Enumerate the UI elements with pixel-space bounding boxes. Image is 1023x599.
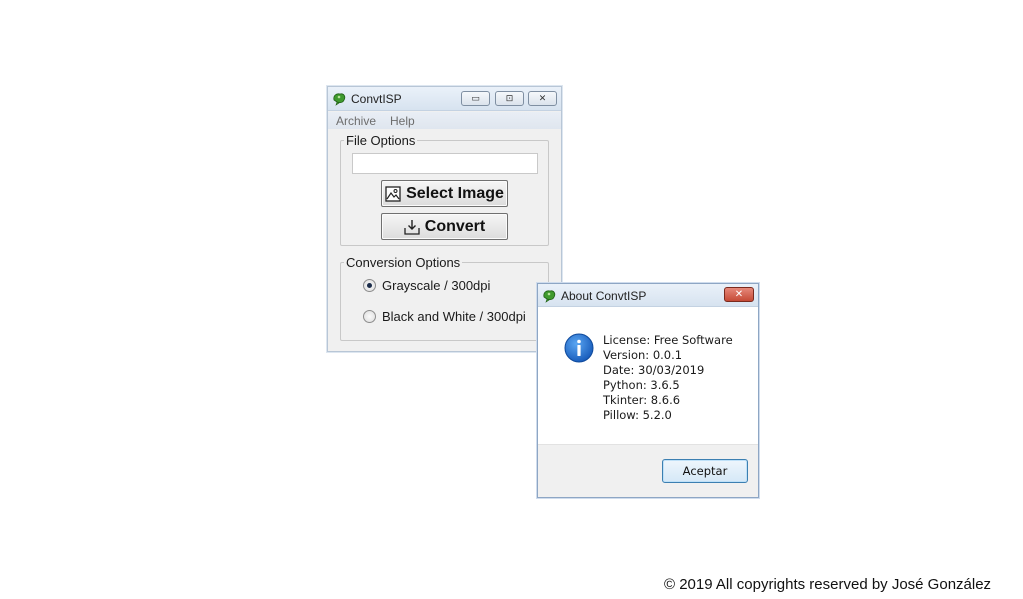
- date-line: Date: 30/03/2019: [603, 363, 705, 377]
- info-icon: [564, 333, 594, 363]
- download-icon: [404, 219, 420, 235]
- menu-bar: Archive Help: [328, 112, 561, 129]
- title-bar[interactable]: ConvtISP ▭ ⊡ ✕: [328, 87, 561, 111]
- menu-help[interactable]: Help: [390, 114, 415, 128]
- version-line: Version: 0.0.1: [603, 348, 683, 362]
- convert-button[interactable]: Convert: [381, 213, 508, 240]
- maximize-button[interactable]: ⊡: [495, 91, 524, 106]
- close-icon: ✕: [538, 93, 547, 103]
- close-button[interactable]: ✕: [528, 91, 557, 106]
- about-info-text: License: Free Software Version: 0.0.1 Da…: [603, 333, 733, 423]
- app-icon: [543, 290, 556, 303]
- convert-label: Convert: [424, 217, 486, 235]
- about-title: About ConvtISP: [561, 289, 647, 303]
- close-icon: ✕: [734, 289, 744, 300]
- pillow-line: Pillow: 5.2.0: [603, 408, 672, 422]
- tkinter-line: Tkinter: 8.6.6: [603, 393, 681, 407]
- maximize-icon: ⊡: [505, 93, 514, 103]
- radio-black-white[interactable]: Black and White / 300dpi: [363, 309, 526, 324]
- select-image-button[interactable]: Select Image: [381, 180, 508, 207]
- about-title-bar[interactable]: About ConvtISP ✕: [538, 284, 758, 307]
- radio-grayscale-label: Grayscale / 300dpi: [382, 278, 491, 293]
- copyright-text: © 2019 All copyrights reserved by José G…: [664, 576, 992, 593]
- file-path-input[interactable]: [352, 153, 538, 174]
- conversion-options-legend: Conversion Options: [346, 255, 461, 270]
- license-line: License: Free Software: [603, 333, 733, 347]
- main-window: ConvtISP ▭ ⊡ ✕ Archive Help File Options…: [327, 86, 562, 352]
- radio-button-selected[interactable]: [363, 279, 376, 292]
- minimize-icon: ▭: [471, 93, 480, 103]
- file-options-legend: File Options: [346, 133, 416, 148]
- accept-button[interactable]: Aceptar: [662, 459, 748, 483]
- about-dialog: About ConvtISP ✕ License: Free Software …: [537, 283, 759, 498]
- about-close-button[interactable]: ✕: [724, 287, 754, 302]
- radio-grayscale[interactable]: Grayscale / 300dpi: [363, 278, 490, 293]
- minimize-button[interactable]: ▭: [461, 91, 490, 106]
- menu-archive[interactable]: Archive: [336, 114, 376, 128]
- app-icon: [333, 93, 346, 106]
- image-icon: [385, 185, 401, 202]
- select-image-label: Select Image: [406, 184, 504, 202]
- python-line: Python: 3.6.5: [603, 378, 680, 392]
- radio-button-unselected[interactable]: [363, 310, 376, 323]
- about-footer: Aceptar: [538, 444, 758, 497]
- radio-black-white-label: Black and White / 300dpi: [382, 309, 526, 324]
- conversion-options-group: Conversion Options: [340, 255, 549, 341]
- window-title: ConvtISP: [351, 92, 402, 106]
